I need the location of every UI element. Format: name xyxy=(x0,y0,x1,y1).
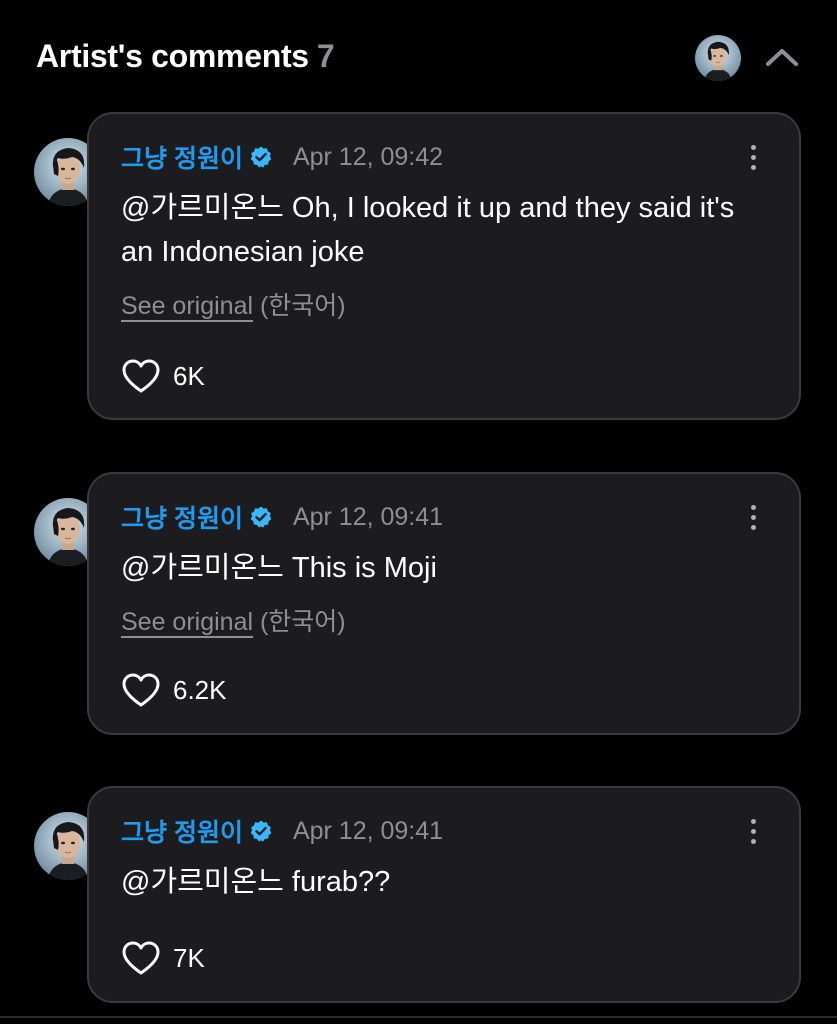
like-count: 6K xyxy=(173,360,205,391)
see-original-link[interactable]: See original xyxy=(121,608,253,636)
comment-body: furab?? xyxy=(283,866,391,898)
more-vertical-icon xyxy=(750,504,756,510)
like-row: 7K xyxy=(121,938,205,978)
comment-text: @가르미온느 furab?? xyxy=(121,860,761,904)
mention[interactable]: @가르미온느 xyxy=(121,192,284,224)
more-vertical-icon xyxy=(750,818,756,824)
comment-meta: 그냥 정원이 Apr 12, 09:42 xyxy=(121,140,443,174)
comment-body: This is Moji xyxy=(283,552,437,584)
artist-avatar[interactable] xyxy=(695,35,741,81)
collapse-button[interactable] xyxy=(763,40,801,74)
heart-icon[interactable] xyxy=(121,940,161,976)
divider xyxy=(0,1016,837,1018)
header-title-text: Artist's comments xyxy=(36,38,309,74)
verified-badge-icon xyxy=(250,506,272,528)
comment-card: 그냥 정원이 Apr 12, 09:41 @가르미온느 This is Moji… xyxy=(87,472,801,735)
original-language: (한국어) xyxy=(259,292,346,320)
see-original-link[interactable]: See original xyxy=(121,292,253,320)
more-vertical-icon xyxy=(750,828,756,834)
heart-icon[interactable] xyxy=(121,358,161,394)
more-vertical-icon xyxy=(750,164,756,170)
author-name[interactable]: 그냥 정원이 xyxy=(121,139,243,175)
comment-text: @가르미온느 This is Moji xyxy=(121,546,761,590)
comment-meta: 그냥 정원이 Apr 12, 09:41 xyxy=(121,814,443,848)
see-original: See original (한국어) xyxy=(121,602,346,638)
mention[interactable]: @가르미온느 xyxy=(121,866,284,898)
comments-header: Artist's comments 7 xyxy=(0,0,837,110)
like-count: 7K xyxy=(173,942,205,973)
more-vertical-icon xyxy=(750,154,756,160)
comment-meta: 그냥 정원이 Apr 12, 09:41 xyxy=(121,500,443,534)
like-row: 6K xyxy=(121,356,205,396)
more-options-button[interactable] xyxy=(743,140,763,174)
author-name[interactable]: 그냥 정원이 xyxy=(121,813,243,849)
verified-badge-icon xyxy=(250,146,272,168)
original-language: (한국어) xyxy=(259,608,346,636)
comment-text: @가르미온느 Oh, I looked it up and they said … xyxy=(121,186,761,274)
more-options-button[interactable] xyxy=(743,500,763,534)
more-vertical-icon xyxy=(750,838,756,844)
comment-count: 7 xyxy=(316,38,335,74)
more-vertical-icon xyxy=(750,524,756,530)
like-row: 6.2K xyxy=(121,670,227,710)
comment-timestamp: Apr 12, 09:42 xyxy=(292,142,444,171)
like-count: 6.2K xyxy=(173,674,227,705)
verified-badge-icon xyxy=(250,820,272,842)
mention[interactable]: @가르미온느 xyxy=(121,552,284,584)
comment-timestamp: Apr 12, 09:41 xyxy=(292,502,444,531)
more-vertical-icon xyxy=(750,514,756,520)
comment-card: 그냥 정원이 Apr 12, 09:42 @가르미온느 Oh, I looked… xyxy=(87,112,801,420)
header-title: Artist's comments 7 xyxy=(36,38,335,75)
more-vertical-icon xyxy=(750,144,756,150)
author-name[interactable]: 그냥 정원이 xyxy=(121,499,243,535)
comment-timestamp: Apr 12, 09:41 xyxy=(292,816,444,845)
artist-avatar-image xyxy=(695,35,741,81)
more-options-button[interactable] xyxy=(743,814,763,848)
comment-card: 그냥 정원이 Apr 12, 09:41 @가르미온느 furab?? 7K xyxy=(87,786,801,1003)
heart-icon[interactable] xyxy=(121,672,161,708)
chevron-up-icon xyxy=(766,49,798,66)
see-original: See original (한국어) xyxy=(121,286,346,322)
